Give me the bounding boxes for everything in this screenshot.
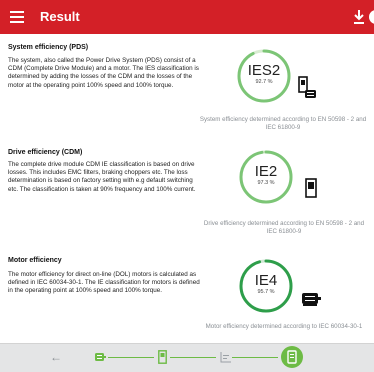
percent-label-ies2: 92.7 % bbox=[255, 79, 273, 85]
class-label-ie2: IE2 bbox=[254, 163, 278, 180]
section-body-drive-efficiency: The complete drive module CDM IE classif… bbox=[8, 161, 196, 193]
section-body-motor-efficiency: The motor efficiency for direct on-line … bbox=[8, 271, 200, 295]
class-label-ie4: IE4 bbox=[254, 272, 278, 289]
page-title: Result bbox=[40, 9, 80, 24]
caption-drive-efficiency: Drive efficiency determined according to… bbox=[203, 220, 365, 235]
section-title-system-efficiency: System efficiency (PDS) bbox=[8, 44, 89, 51]
section-title-drive-efficiency: Drive efficiency (CDM) bbox=[8, 149, 83, 156]
bottom-navigation: ← bbox=[0, 343, 374, 372]
result-step-icon[interactable] bbox=[280, 345, 304, 369]
app-bar: Result bbox=[0, 0, 374, 34]
caption-system-efficiency: System efficiency determined according t… bbox=[199, 116, 367, 131]
drive-step-icon[interactable] bbox=[158, 350, 167, 364]
class-label-ies2: IES2 bbox=[247, 62, 281, 79]
step-connector bbox=[108, 357, 154, 358]
percent-label-ie4: 95.7 % bbox=[257, 289, 275, 295]
efficiency-ring-ies2: IES2 92.7 % bbox=[236, 48, 292, 104]
motor-step-icon[interactable] bbox=[94, 351, 106, 363]
back-button[interactable]: ← bbox=[50, 350, 62, 364]
drive-and-motor-icon bbox=[298, 76, 316, 98]
step-connector bbox=[170, 357, 216, 358]
drive-icon bbox=[305, 178, 317, 198]
download-icon[interactable] bbox=[352, 8, 366, 26]
help-icon[interactable] bbox=[369, 10, 374, 24]
menu-icon[interactable] bbox=[10, 9, 24, 25]
efficiency-ring-ie4: IE4 95.7 % bbox=[238, 258, 294, 314]
section-title-motor-efficiency: Motor efficiency bbox=[8, 257, 62, 264]
caption-motor-efficiency: Motor efficiency determined according to… bbox=[205, 323, 363, 330]
motor-icon bbox=[302, 293, 321, 306]
section-body-system-efficiency: The system, also called the Power Drive … bbox=[8, 57, 199, 89]
step-connector bbox=[232, 357, 278, 358]
percent-label-ie2: 97.3 % bbox=[257, 180, 275, 186]
load-profile-step-icon[interactable] bbox=[220, 351, 232, 363]
efficiency-ring-ie2: IE2 97.3 % bbox=[238, 149, 294, 205]
